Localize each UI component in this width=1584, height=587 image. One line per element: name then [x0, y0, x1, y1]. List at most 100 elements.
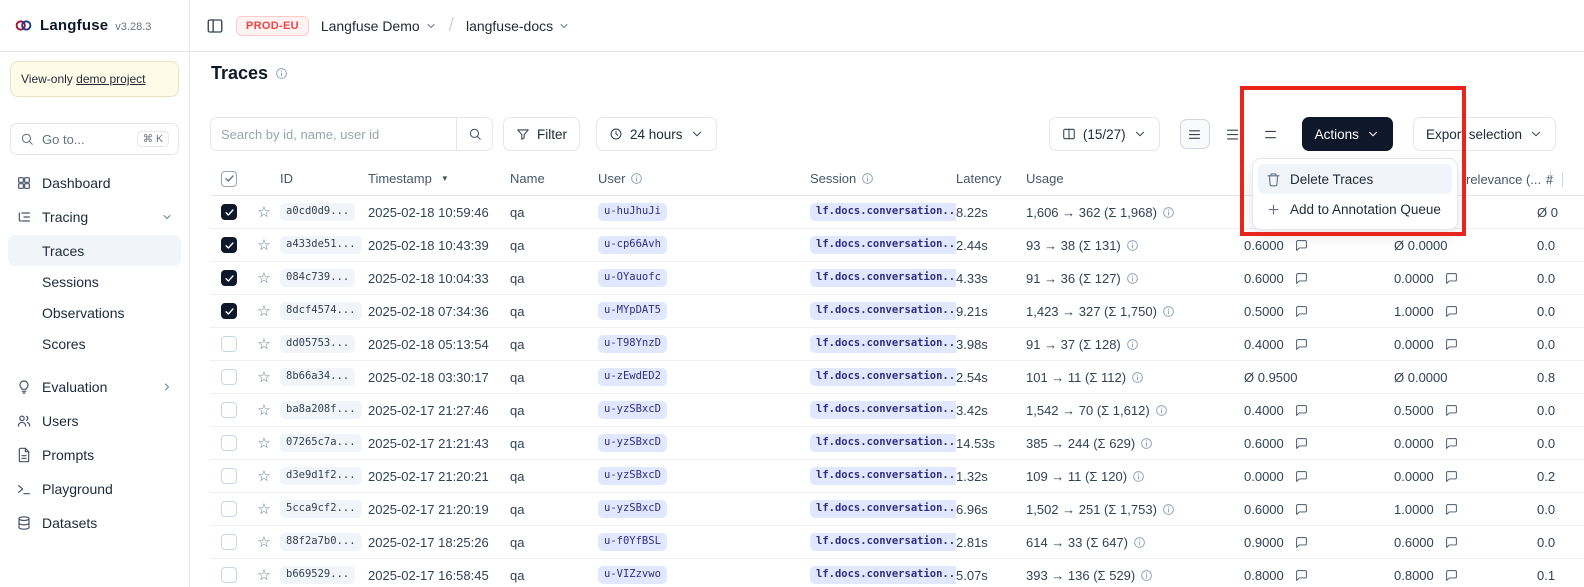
bookmark-star-icon[interactable]: ☆: [257, 535, 270, 550]
row-checkbox[interactable]: [221, 468, 237, 484]
user-badge[interactable]: u-zEwdED2: [598, 368, 667, 387]
row-checkbox[interactable]: [221, 303, 237, 319]
user-badge[interactable]: u-VIZzvwo: [598, 566, 667, 585]
sidebar-item-scores[interactable]: Scores: [8, 328, 181, 359]
user-badge[interactable]: u-yzSBxcD: [598, 500, 667, 519]
row-checkbox[interactable]: [221, 336, 237, 352]
trace-id-badge[interactable]: 084c739...: [280, 269, 355, 288]
environment-badge[interactable]: PROD-EU: [236, 16, 309, 36]
user-badge[interactable]: u-MYpDAT5: [598, 302, 667, 321]
session-badge[interactable]: lf.docs.conversation...: [810, 236, 956, 255]
trace-id-badge[interactable]: 07265c7a...: [280, 434, 362, 453]
sidebar-item-evaluation[interactable]: Evaluation: [8, 371, 181, 403]
user-badge[interactable]: u-huJhuJi: [598, 203, 667, 222]
session-badge[interactable]: lf.docs.conversation...: [810, 335, 956, 354]
header-timestamp[interactable]: Timestamp ▼: [368, 171, 510, 186]
trace-id-badge[interactable]: ba8a208f...: [280, 401, 362, 420]
header-relevance-partial[interactable]: relevance (...: [1466, 162, 1551, 196]
row-checkbox[interactable]: [221, 501, 237, 517]
row-checkbox[interactable]: [221, 369, 237, 385]
sidebar-item-observations[interactable]: Observations: [8, 297, 181, 328]
trace-id-badge[interactable]: 8dcf4574...: [280, 302, 362, 321]
table-row[interactable]: ☆ a433de51... 2025-02-18 10:43:39 qa u-c…: [210, 229, 1584, 262]
table-row[interactable]: ☆ d3e9d1f2... 2025-02-17 21:20:21 qa u-y…: [210, 460, 1584, 493]
sidebar-item-sessions[interactable]: Sessions: [8, 266, 181, 297]
sidebar-item-playground[interactable]: Playground: [8, 473, 181, 505]
sidebar-item-prompts[interactable]: Prompts: [8, 439, 181, 471]
row-checkbox[interactable]: [221, 237, 237, 253]
header-latency[interactable]: Latency: [956, 171, 1026, 186]
user-badge[interactable]: u-yzSBxcD: [598, 401, 667, 420]
bookmark-star-icon[interactable]: ☆: [257, 568, 270, 583]
row-checkbox[interactable]: [221, 270, 237, 286]
table-row[interactable]: ☆ ba8a208f... 2025-02-17 21:27:46 qa u-y…: [210, 394, 1584, 427]
row-height-large-button[interactable]: [1256, 119, 1286, 149]
bookmark-star-icon[interactable]: ☆: [257, 337, 270, 352]
sidebar-item-tracing[interactable]: Tracing: [8, 201, 181, 233]
header-id[interactable]: ID: [280, 171, 368, 186]
row-checkbox[interactable]: [221, 534, 237, 550]
row-checkbox[interactable]: [221, 204, 237, 220]
table-row[interactable]: ☆ 07265c7a... 2025-02-17 21:21:43 qa u-y…: [210, 427, 1584, 460]
search-input[interactable]: [211, 127, 456, 142]
header-usage[interactable]: Usage: [1026, 171, 1244, 186]
session-badge[interactable]: lf.docs.conversation...: [810, 302, 956, 321]
user-badge[interactable]: u-T98YnzD: [598, 335, 667, 354]
row-checkbox[interactable]: [221, 402, 237, 418]
bookmark-star-icon[interactable]: ☆: [257, 502, 270, 517]
row-height-small-button[interactable]: [1180, 119, 1210, 149]
user-badge[interactable]: u-OYauofc: [598, 269, 667, 288]
sort-desc-icon[interactable]: ▼: [441, 174, 449, 183]
row-height-medium-button[interactable]: [1218, 119, 1248, 149]
time-range-button[interactable]: 24 hours: [596, 117, 717, 151]
session-badge[interactable]: lf.docs.conversation...: [810, 467, 956, 486]
sidebar-item-datasets[interactable]: Datasets: [8, 507, 181, 539]
header-count-partial[interactable]: #: [1546, 162, 1563, 196]
session-badge[interactable]: lf.docs.conversation...: [810, 269, 956, 288]
user-badge[interactable]: u-yzSBxcD: [598, 434, 667, 453]
bookmark-star-icon[interactable]: ☆: [257, 304, 270, 319]
search-button[interactable]: [456, 118, 492, 150]
user-badge[interactable]: u-cp66Avh: [598, 236, 667, 255]
sidebar-item-dashboard[interactable]: Dashboard: [8, 167, 181, 199]
filter-button[interactable]: Filter: [503, 117, 580, 151]
session-badge[interactable]: lf.docs.conversation...: [810, 566, 956, 585]
sidebar-item-users[interactable]: Users: [8, 405, 181, 437]
panel-left-icon[interactable]: [206, 17, 224, 35]
trace-id-badge[interactable]: 5cca9cf2...: [280, 500, 362, 519]
actions-button[interactable]: Actions: [1302, 117, 1393, 151]
header-name[interactable]: Name: [510, 171, 598, 186]
menu-item-delete-traces[interactable]: Delete Traces: [1258, 164, 1452, 194]
select-all-checkbox[interactable]: [221, 171, 237, 187]
bookmark-star-icon[interactable]: ☆: [257, 271, 270, 286]
table-row[interactable]: ☆ 88f2a7b0... 2025-02-17 18:25:26 qa u-f…: [210, 526, 1584, 559]
trace-id-badge[interactable]: a0cd0d9...: [280, 203, 355, 222]
org-switcher[interactable]: Langfuse Demo: [321, 18, 437, 34]
bookmark-star-icon[interactable]: ☆: [257, 403, 270, 418]
bookmark-star-icon[interactable]: ☆: [257, 205, 270, 220]
project-switcher[interactable]: langfuse-docs: [466, 18, 570, 34]
session-badge[interactable]: lf.docs.conversation...: [810, 533, 956, 552]
trace-id-badge[interactable]: 88f2a7b0...: [280, 533, 362, 552]
bookmark-star-icon[interactable]: ☆: [257, 370, 270, 385]
header-user[interactable]: User: [598, 171, 810, 186]
bookmark-star-icon[interactable]: ☆: [257, 238, 270, 253]
demo-project-link[interactable]: demo project: [76, 72, 145, 86]
table-row[interactable]: ☆ 8b66a34... 2025-02-18 03:30:17 qa u-zE…: [210, 361, 1584, 394]
columns-button[interactable]: (15/27): [1049, 117, 1160, 151]
session-badge[interactable]: lf.docs.conversation...: [810, 434, 956, 453]
trace-id-badge[interactable]: dd05753...: [280, 335, 355, 354]
row-checkbox[interactable]: [221, 567, 237, 583]
row-checkbox[interactable]: [221, 435, 237, 451]
trace-id-badge[interactable]: d3e9d1f2...: [280, 467, 362, 486]
trace-id-badge[interactable]: 8b66a34...: [280, 368, 355, 387]
export-selection-button[interactable]: Export selection: [1413, 117, 1556, 151]
trace-id-badge[interactable]: b669529...: [280, 566, 355, 585]
sidebar-item-traces[interactable]: Traces: [8, 235, 181, 266]
session-badge[interactable]: lf.docs.conversation...: [810, 401, 956, 420]
go-to-button[interactable]: Go to... ⌘ K: [10, 123, 179, 155]
table-row[interactable]: ☆ b669529... 2025-02-17 16:58:45 qa u-VI…: [210, 559, 1584, 587]
session-badge[interactable]: lf.docs.conversation...: [810, 368, 956, 387]
user-badge[interactable]: u-f0YfBSL: [598, 533, 667, 552]
bookmark-star-icon[interactable]: ☆: [257, 469, 270, 484]
